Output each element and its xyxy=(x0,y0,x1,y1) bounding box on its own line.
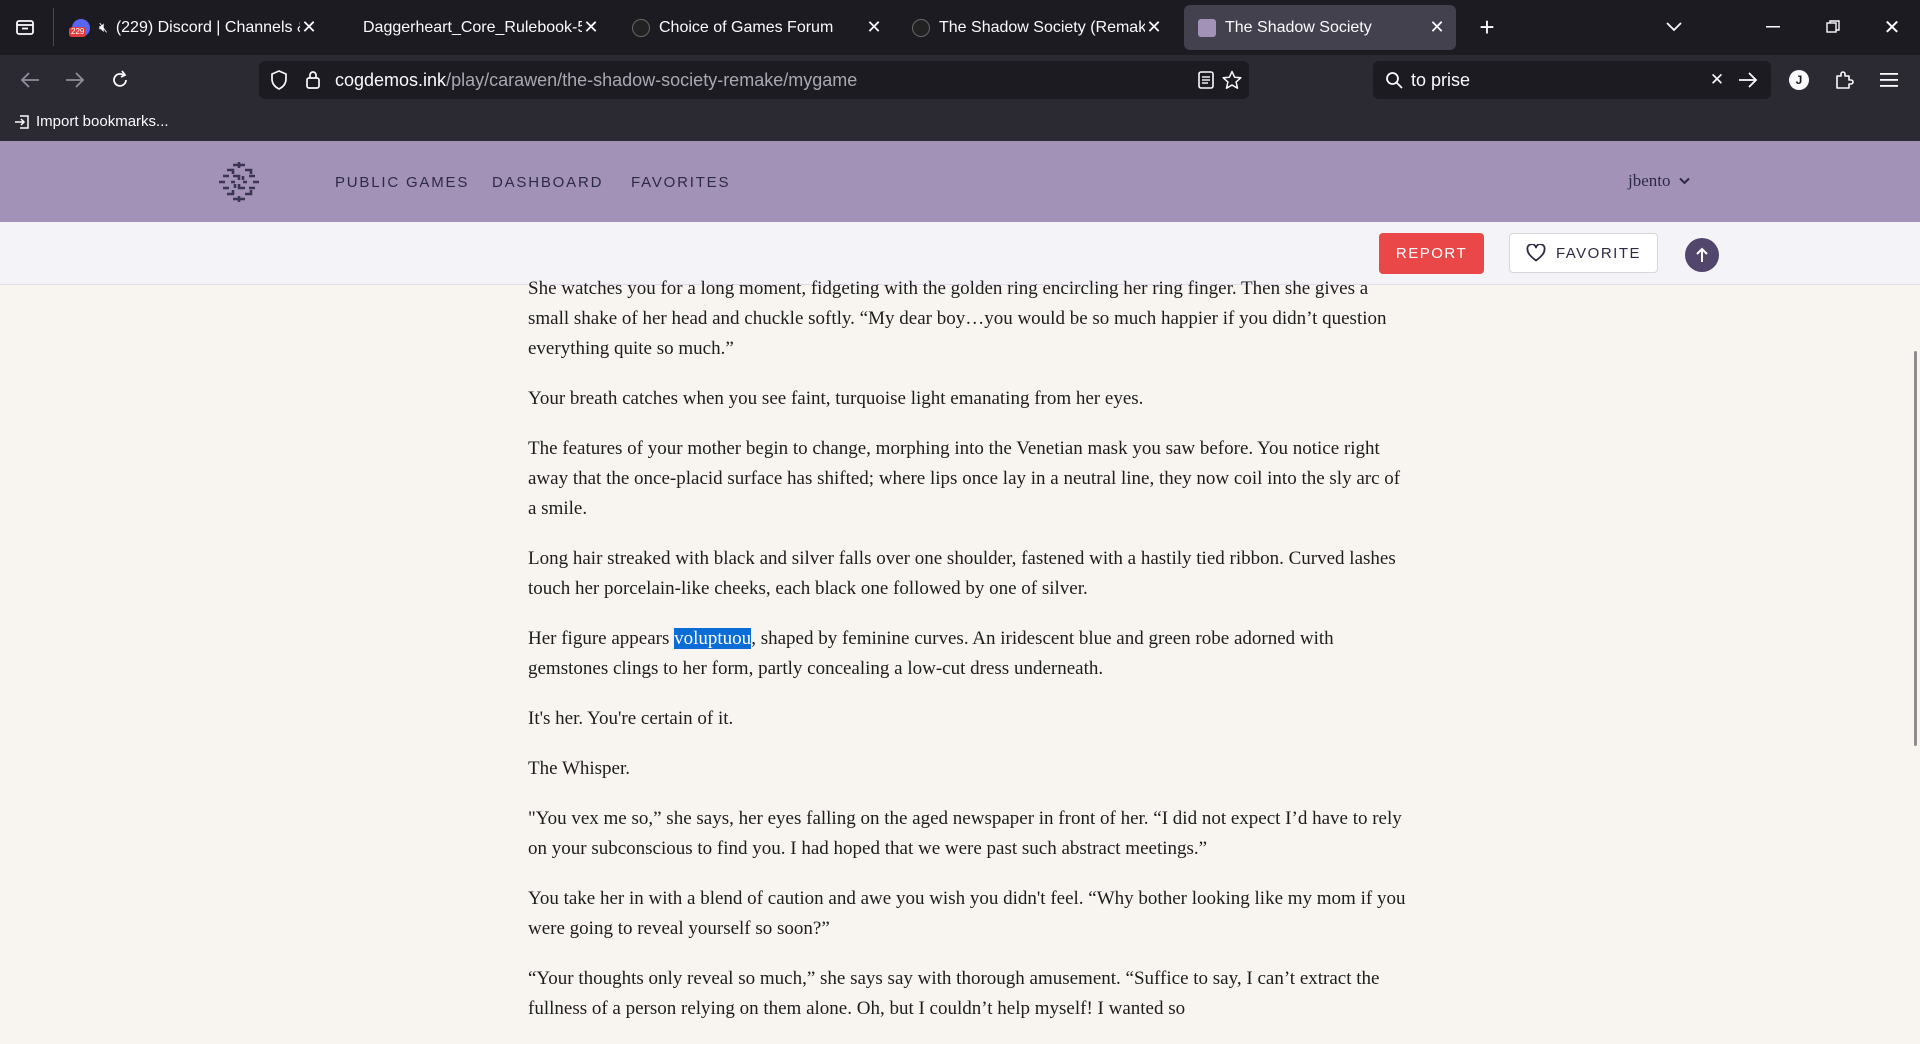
import-bookmarks-label: Import bookmarks... xyxy=(36,113,169,130)
chevron-down-icon xyxy=(1678,177,1690,185)
scrollbar-thumb[interactable] xyxy=(1914,351,1917,746)
story-paragraph: Your breath catches when you see faint, … xyxy=(528,388,1144,409)
tab-shadow-society[interactable]: The Shadow Society ✕ xyxy=(1184,5,1456,50)
shield-icon[interactable] xyxy=(267,68,291,92)
navigation-toolbar: cogdemos.ink/play/carawen/the-shadow-soc… xyxy=(0,55,1920,105)
tab-label: The Shadow Society xyxy=(1225,18,1372,36)
lock-icon[interactable] xyxy=(301,68,325,92)
maze-logo-icon xyxy=(219,162,259,202)
address-bar[interactable]: cogdemos.ink/play/carawen/the-shadow-soc… xyxy=(259,61,1249,99)
import-icon xyxy=(14,114,30,130)
heart-icon xyxy=(1526,244,1546,262)
favorite-label: FAVORITE xyxy=(1555,244,1642,262)
tab-label: Daggerheart_Core_Rulebook-5-20-2 xyxy=(363,18,582,36)
url-host: cogdemos.ink xyxy=(335,70,447,90)
text-run: Her figure appears xyxy=(528,628,675,649)
new-tab-icon[interactable]: + xyxy=(1472,12,1502,42)
close-tab-icon[interactable]: ✕ xyxy=(582,17,600,38)
bookmarks-toolbar: Import bookmarks... xyxy=(0,105,1920,141)
tab-daggerheart[interactable]: Daggerheart_Core_Rulebook-5-20-2 ✕ xyxy=(335,5,610,50)
arrow-up-icon xyxy=(1696,247,1708,262)
nav-favorites[interactable]: FAVORITES xyxy=(631,174,730,191)
forward-arrow-icon[interactable] xyxy=(60,65,90,95)
story-paragraph: “Your thoughts only reveal so much,” she… xyxy=(528,968,1380,1019)
nav-dashboard[interactable]: DASHBOARD xyxy=(492,174,603,191)
nav-public-games[interactable]: PUBLIC GAMES xyxy=(335,174,469,191)
username: jbento xyxy=(1628,171,1671,190)
scroll-to-top-button[interactable] xyxy=(1685,238,1719,272)
tab-strip: 229 🔇︎ (229) Discord | Channels & ✕ Dagg… xyxy=(0,0,1920,55)
tab-label: The Shadow Society (Remake) ( xyxy=(939,18,1145,36)
site-header: PUBLIC GAMES DASHBOARD FAVORITES jbento xyxy=(0,141,1920,222)
forum-icon xyxy=(632,18,650,37)
favorite-button[interactable]: FAVORITE xyxy=(1509,233,1658,273)
close-tab-icon[interactable]: ✕ xyxy=(1428,17,1446,38)
url-text: cogdemos.ink/play/carawen/the-shadow-soc… xyxy=(335,70,857,91)
forum-icon xyxy=(912,18,930,37)
tab-discord[interactable]: 229 🔇︎ (229) Discord | Channels & ✕ xyxy=(58,5,328,50)
url-path: /play/carawen/the-shadow-society-remake/… xyxy=(446,70,858,90)
close-tab-icon[interactable]: ✕ xyxy=(1145,17,1163,38)
user-menu[interactable]: jbento xyxy=(1628,171,1690,191)
story-text: She watches you for a long moment, fidge… xyxy=(528,255,1408,1044)
back-arrow-icon[interactable] xyxy=(15,65,45,95)
tab-overflow-chevron-icon[interactable] xyxy=(1659,12,1689,42)
notification-badge: 229 xyxy=(69,26,87,37)
story-paragraph: Her figure appears voluptuou, shaped by … xyxy=(528,624,1408,684)
cogdemos-icon xyxy=(1198,18,1216,37)
selected-text: voluptuou xyxy=(674,628,752,649)
site-logo[interactable] xyxy=(217,160,261,204)
clear-search-icon[interactable]: ✕ xyxy=(1706,69,1728,91)
import-bookmarks-link[interactable]: Import bookmarks... xyxy=(14,113,169,130)
tab-list-icon[interactable] xyxy=(10,12,40,42)
search-icon xyxy=(1383,69,1405,91)
bookmark-star-icon[interactable] xyxy=(1219,67,1245,93)
reload-icon[interactable] xyxy=(105,65,135,95)
go-arrow-icon[interactable] xyxy=(1735,69,1761,91)
story-paragraph: The Whisper. xyxy=(528,758,631,779)
story-paragraph: Long hair streaked with black and silver… xyxy=(528,548,1396,599)
story-paragraph: "You vex me so,” she says, her eyes fall… xyxy=(528,808,1402,859)
search-input[interactable]: to prise xyxy=(1411,70,1470,91)
minimize-icon[interactable] xyxy=(1758,12,1788,42)
close-tab-icon[interactable]: ✕ xyxy=(300,17,318,38)
reader-view-icon[interactable] xyxy=(1194,68,1218,92)
story-paragraph: It's her. You're certain of it. xyxy=(528,708,734,729)
menu-icon[interactable] xyxy=(1876,67,1902,93)
tab-label: (229) Discord | Channels & xyxy=(115,18,300,36)
muted-speaker-icon[interactable]: 🔇︎ xyxy=(99,19,108,36)
tab-choice-of-games[interactable]: Choice of Games Forum ✕ xyxy=(618,5,893,50)
tab-shadow-society-remake[interactable]: The Shadow Society (Remake) ( ✕ xyxy=(898,5,1173,50)
search-bar[interactable]: to prise ✕ xyxy=(1373,61,1771,99)
story-paragraph: The features of your mother begin to cha… xyxy=(528,438,1401,519)
tab-label: Choice of Games Forum xyxy=(659,18,834,36)
extensions-icon[interactable] xyxy=(1831,67,1857,93)
discord-icon: 229 xyxy=(69,18,90,37)
divider xyxy=(53,8,54,46)
account-avatar-icon[interactable]: J xyxy=(1786,67,1812,93)
story-paragraph: She watches you for a long moment, fidge… xyxy=(528,278,1387,359)
close-window-icon[interactable]: ✕ xyxy=(1877,12,1907,42)
restore-icon[interactable] xyxy=(1818,12,1848,42)
story-paragraph: You take her in with a blend of caution … xyxy=(528,888,1406,939)
close-tab-icon[interactable]: ✕ xyxy=(865,17,883,38)
